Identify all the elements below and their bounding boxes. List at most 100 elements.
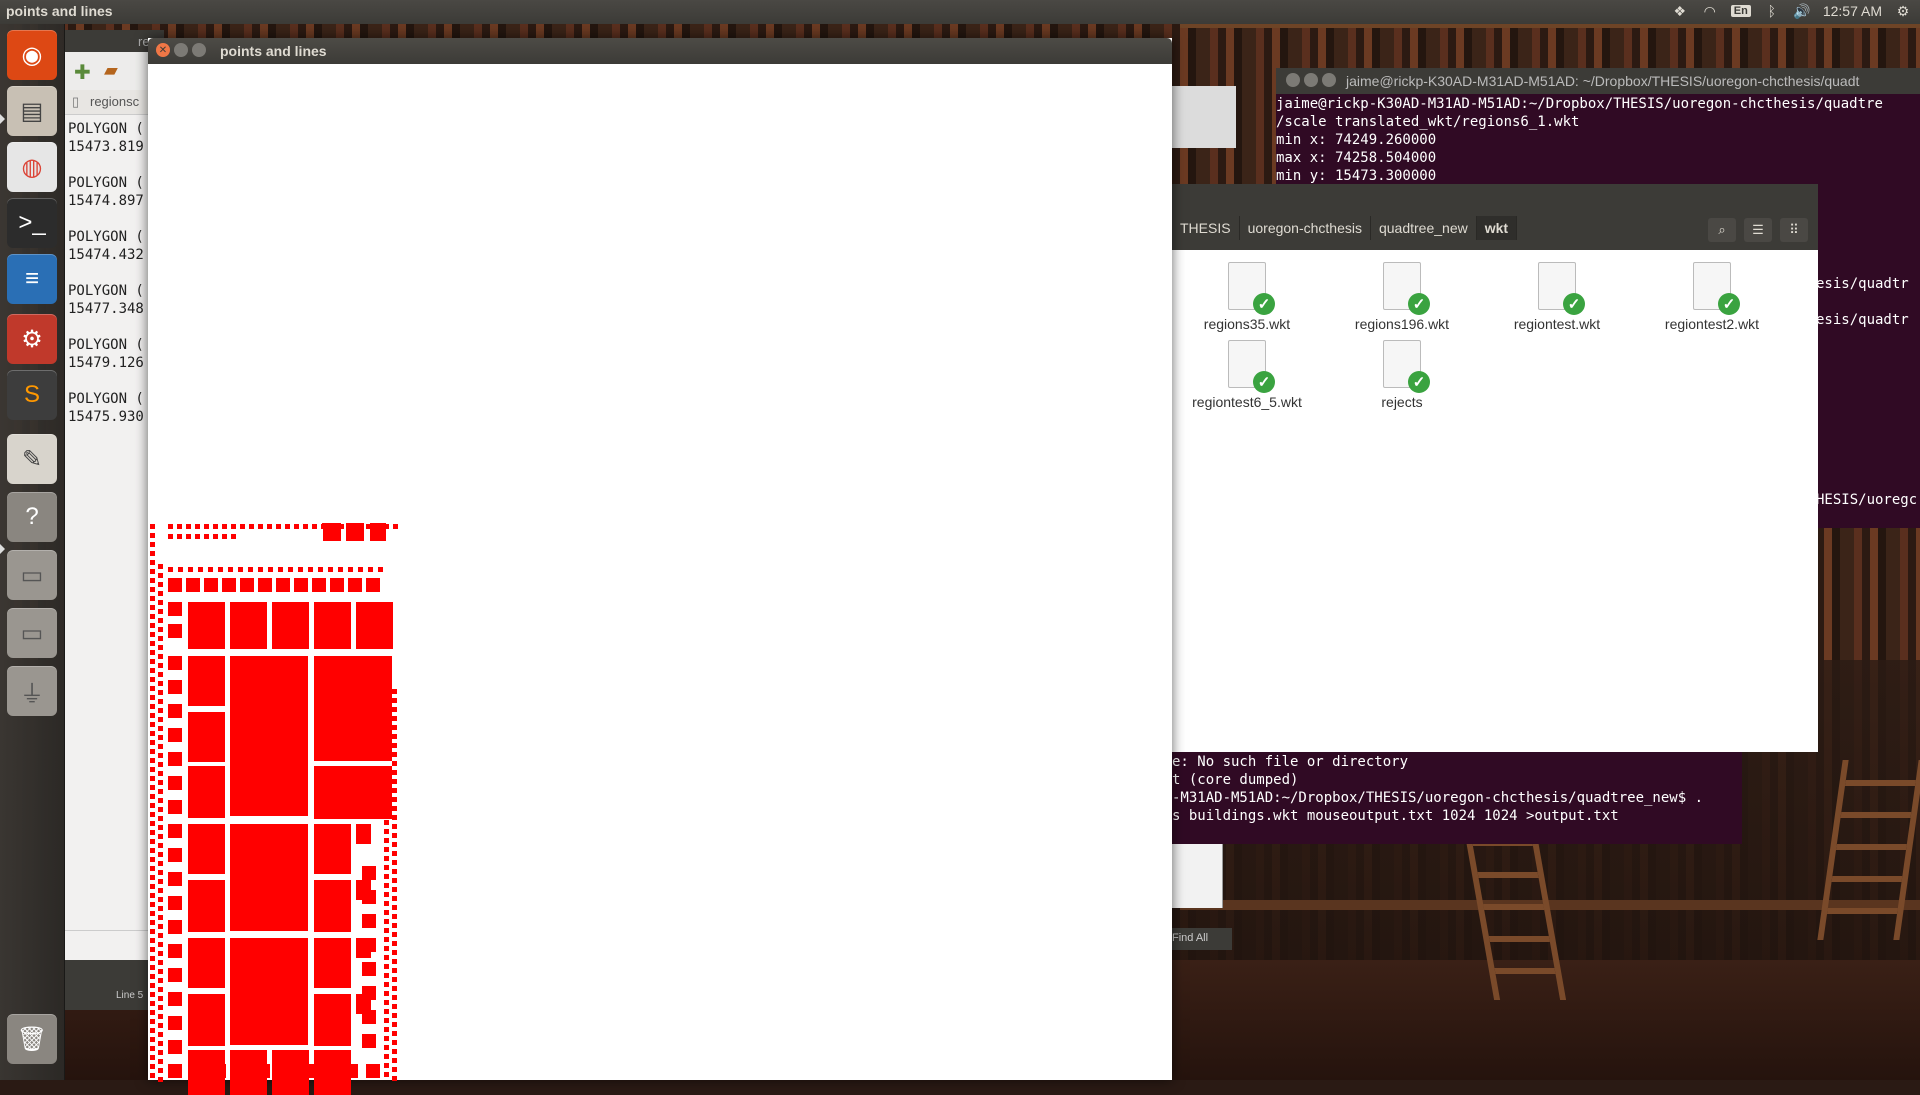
polygon (158, 942, 163, 947)
polygon (204, 534, 209, 539)
writer-icon[interactable]: ≡ (7, 254, 57, 304)
polygon (168, 872, 182, 886)
wifi-icon[interactable]: ◠ (1701, 3, 1719, 19)
terminal-line: /scale translated_wkt/regions6_1.wkt (1276, 114, 1580, 130)
drive-icon-2[interactable]: ▭ (7, 608, 57, 658)
polygon (158, 816, 163, 821)
bluetooth-icon[interactable]: ᛒ (1763, 3, 1781, 19)
breadcrumb-item[interactable]: THESIS (1172, 216, 1240, 240)
polygon (384, 865, 389, 870)
file-manager-window[interactable]: THESIS uoregon-chcthesis quadtree_new wk… (1172, 184, 1818, 752)
polygon (168, 524, 173, 529)
dropbox-icon[interactable]: ❖ (1671, 3, 1689, 19)
polygon (392, 833, 397, 838)
close-button[interactable]: ✕ (156, 43, 170, 57)
polygon (150, 668, 155, 673)
points-and-lines-window[interactable]: ✕ points and lines (148, 38, 1172, 1095)
file-item[interactable]: ✓ regiontest.wkt (1482, 262, 1632, 332)
polygon (392, 797, 397, 802)
chrome-icon[interactable]: ◍ (7, 142, 57, 192)
polygon (158, 852, 163, 857)
polygon (168, 920, 182, 934)
breadcrumb-item[interactable]: quadtree_new (1371, 216, 1477, 240)
breadcrumb-item-current[interactable]: wkt (1476, 216, 1518, 240)
volume-icon[interactable]: 🔊 (1793, 3, 1811, 19)
usb-drive-icon[interactable]: ⏚ (7, 666, 57, 716)
keyboard-layout-indicator[interactable]: En (1730, 5, 1751, 17)
polygon (362, 890, 376, 904)
polygon (168, 896, 182, 910)
terminal-minimize-button[interactable] (1304, 73, 1318, 87)
gear-icon[interactable]: ⚙ (1894, 3, 1912, 19)
polygon (392, 824, 397, 829)
open-file-icon[interactable]: ▰ (104, 60, 118, 81)
minimize-button[interactable] (174, 43, 188, 57)
polygon (362, 866, 376, 880)
polygon (150, 542, 155, 547)
help-icon[interactable]: ? (7, 492, 57, 542)
polygon (300, 1064, 314, 1078)
terminal-window-fragment[interactable]: e: No such file or directory t (core dum… (1172, 752, 1742, 844)
polygon (276, 578, 290, 592)
polygon (378, 567, 383, 572)
new-file-icon[interactable]: ✚ (74, 60, 91, 85)
terminal-icon[interactable]: >_ (7, 198, 57, 248)
polygon (314, 994, 351, 1046)
polygon (158, 825, 163, 830)
polygon (158, 1041, 163, 1046)
polygon (186, 534, 191, 539)
grid-view-icon[interactable]: ⠿ (1780, 218, 1808, 242)
file-item[interactable]: ✓ regions35.wkt (1172, 262, 1322, 332)
terminal-line: e: No such file or directory (1172, 754, 1409, 770)
background-window-fragment (1172, 844, 1223, 908)
polygon (384, 847, 389, 852)
polygon (158, 591, 163, 596)
polygon (392, 977, 397, 982)
polygon (178, 567, 183, 572)
drive-icon-1[interactable]: ▭ (7, 550, 57, 600)
drawing-canvas[interactable] (148, 64, 1172, 1095)
file-item[interactable]: ✓ regions196.wkt (1327, 262, 1477, 332)
clock[interactable]: 12:57 AM (1823, 3, 1882, 19)
polygon (168, 656, 182, 670)
polygon (384, 838, 389, 843)
polygon (230, 824, 308, 931)
find-all-button[interactable]: Find All (1172, 928, 1232, 950)
polygon (314, 938, 351, 988)
file-item[interactable]: ✓ regiontest2.wkt (1637, 262, 1787, 332)
breadcrumb-item[interactable]: uoregon-chcthesis (1240, 216, 1371, 240)
polygon (258, 578, 272, 592)
polygon (392, 707, 397, 712)
terminal-maximize-button[interactable] (1322, 73, 1336, 87)
polygon (362, 938, 376, 952)
window-titlebar[interactable]: ✕ points and lines (148, 38, 1172, 64)
system-settings-icon[interactable]: ⚙ (7, 314, 57, 364)
polygon (150, 875, 155, 880)
polygon (150, 713, 155, 718)
text-editor-content[interactable]: POLYGON ( 15473.819 POLYGON ( 15474.897 … (68, 120, 144, 426)
polygon (188, 656, 225, 706)
document-icon: ✓ (1228, 262, 1275, 315)
terminal-close-button[interactable] (1286, 73, 1300, 87)
sublime-text-icon[interactable]: S (7, 370, 57, 420)
polygon (318, 567, 323, 572)
file-item[interactable]: ✓ regiontest6_5.wkt (1172, 340, 1322, 410)
maximize-button[interactable] (192, 43, 206, 57)
polygon (158, 834, 163, 839)
polygon (356, 824, 371, 844)
running-app-indicator (0, 114, 5, 124)
trash-icon[interactable]: 🗑 (7, 1014, 57, 1064)
ubuntu-dash-icon[interactable]: ◉ (7, 30, 57, 80)
file-item[interactable]: ✓ rejects (1327, 340, 1477, 410)
files-icon[interactable]: ▤ (7, 86, 57, 136)
search-icon[interactable]: ⌕ (1708, 218, 1736, 242)
text-editor-icon[interactable]: ✎ (7, 434, 57, 484)
tab-document-icon: ▯ (72, 94, 80, 109)
polygon (392, 1067, 397, 1072)
terminal-titlebar[interactable]: jaime@rickp-K30AD-M31AD-M51AD: ~/Dropbox… (1276, 68, 1920, 94)
list-view-icon[interactable]: ☰ (1744, 218, 1772, 242)
polygon (150, 956, 155, 961)
terminal-line: min y: 15473.300000 (1276, 168, 1437, 184)
polygon (150, 1001, 155, 1006)
polygon (150, 902, 155, 907)
